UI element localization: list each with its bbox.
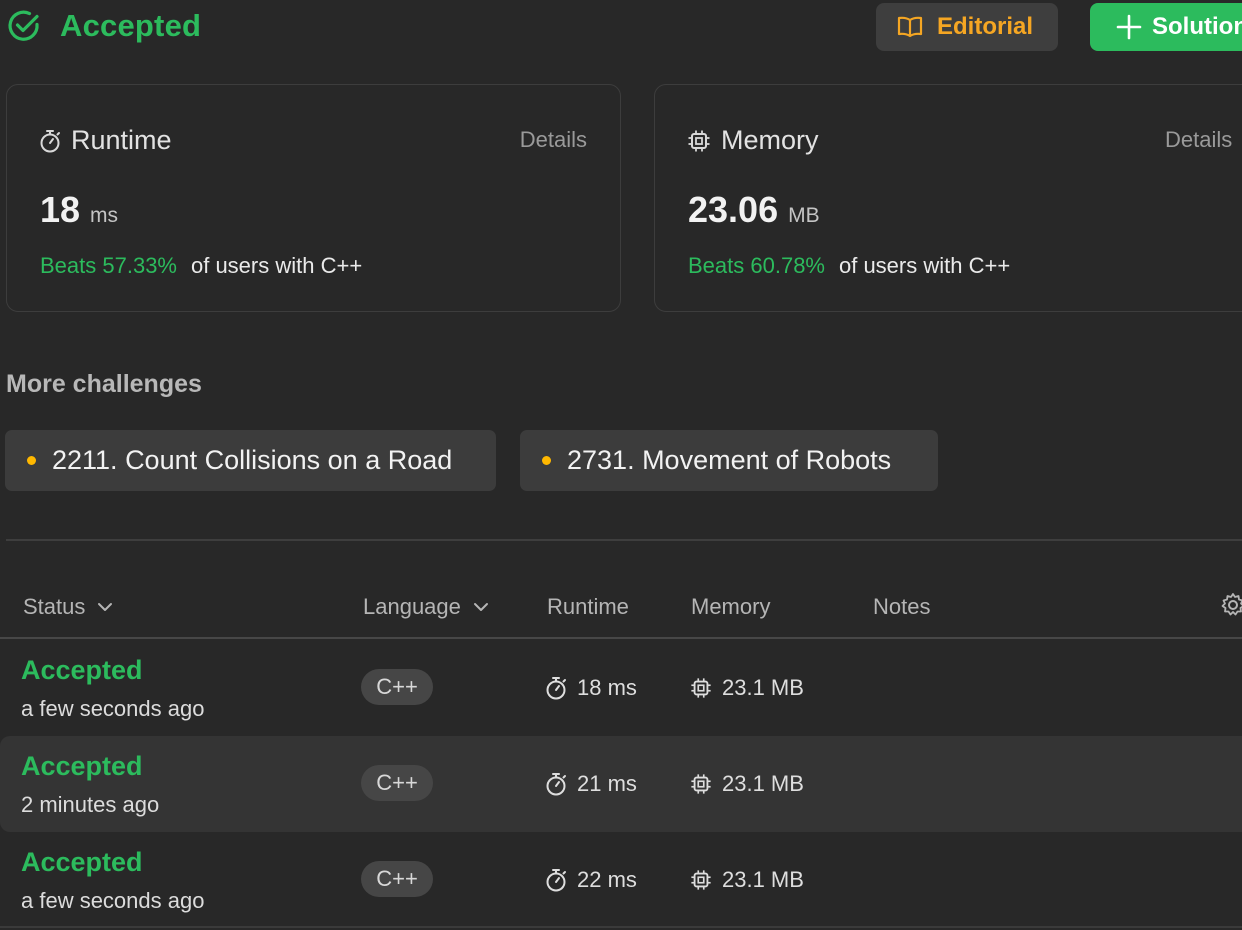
chevron-down-icon [473, 602, 489, 612]
runtime-unit: ms [90, 204, 119, 227]
status-filter-dropdown[interactable]: Status [23, 594, 113, 620]
runtime-beats: Beats 57.33% of users with C++ [40, 253, 362, 279]
runtime-value: 22 ms [577, 867, 637, 892]
submissions-table-header: Status Language Runtime Memory Notes [0, 586, 1242, 630]
submission-time: a few seconds ago [21, 696, 205, 721]
challenge-link[interactable]: 2211. Count Collisions on a Road [5, 430, 496, 491]
runtime-details-link[interactable]: Details [520, 127, 587, 153]
gear-icon [1220, 592, 1242, 618]
add-solution-button[interactable]: Solution [1090, 3, 1242, 51]
notes-header: Notes [873, 594, 930, 620]
language-badge: C++ [361, 861, 433, 897]
stopwatch-icon [545, 676, 567, 700]
memory-card-title: Memory [687, 125, 819, 156]
table-row[interactable]: Accepted a few seconds ago C++ 22 ms 23.… [0, 832, 1242, 928]
notes-header-label: Notes [873, 594, 931, 619]
section-divider [6, 539, 1242, 541]
memory-header: Memory [691, 594, 770, 620]
runtime-value: 18 ms [577, 675, 637, 700]
memory-value: 23.1 MB [722, 771, 804, 796]
status-header-label: Status [23, 594, 86, 619]
language-badge: C++ [361, 669, 433, 705]
check-circle-icon [6, 8, 42, 44]
stopwatch-icon [545, 868, 567, 892]
memory-card: Memory Details 23.06 MB Beats 60.78% of … [654, 84, 1242, 312]
table-bottom-divider [0, 926, 1242, 928]
solution-label: Solution [1152, 13, 1242, 40]
table-row[interactable]: Accepted 2 minutes ago C++ 21 ms 23.1 MB [0, 736, 1242, 832]
memory-title: Memory [721, 125, 819, 155]
runtime-beats-text: of users with C++ [190, 253, 363, 278]
stopwatch-icon [545, 772, 567, 796]
runtime-title: Runtime [71, 125, 172, 155]
runtime-number: 18 [40, 189, 81, 230]
memory-value: 23.1 MB [722, 867, 804, 892]
difficulty-dot [542, 456, 551, 465]
submission-memory: 23.1 MB [690, 675, 804, 701]
editorial-button[interactable]: Editorial [876, 3, 1058, 51]
memory-value: 23.06 MB [688, 189, 820, 231]
language-filter-dropdown[interactable]: Language [363, 594, 489, 620]
submission-status[interactable]: Accepted [21, 847, 143, 878]
challenge-link[interactable]: 2731. Movement of Robots [520, 430, 938, 491]
language-badge: C++ [361, 765, 433, 801]
submission-result-page: Accepted Editorial Solution Runtime Deta… [0, 0, 1242, 930]
submission-memory: 23.1 MB [690, 867, 804, 893]
book-open-icon [897, 16, 923, 38]
memory-header-label: Memory [691, 594, 771, 619]
submission-status-header: Accepted [6, 8, 201, 44]
memory-beats-text: of users with C++ [838, 253, 1011, 278]
table-row[interactable]: Accepted a few seconds ago C++ 18 ms 23.… [0, 640, 1242, 736]
runtime-card-title: Runtime [39, 125, 172, 156]
submission-time: 2 minutes ago [21, 792, 160, 817]
difficulty-dot [27, 456, 36, 465]
submission-memory: 23.1 MB [690, 771, 804, 797]
challenge-label: 2211. Count Collisions on a Road [52, 445, 453, 475]
submission-status[interactable]: Accepted [21, 751, 143, 782]
editorial-label: Editorial [936, 13, 1033, 40]
memory-number: 23.06 [688, 189, 779, 230]
runtime-card: Runtime Details 18 ms Beats 57.33% of us… [6, 84, 621, 312]
challenge-label: 2731. Movement of Robots [567, 445, 892, 475]
memory-beats: Beats 60.78% of users with C++ [688, 253, 1010, 279]
cpu-chip-icon [690, 773, 712, 795]
table-header-divider [0, 637, 1242, 639]
memory-details-link[interactable]: Details [1165, 127, 1232, 153]
stopwatch-icon [39, 129, 61, 153]
runtime-header-label: Runtime [547, 594, 629, 619]
submission-runtime: 18 ms [545, 675, 637, 701]
runtime-value: 18 ms [40, 189, 118, 231]
runtime-header: Runtime [547, 594, 629, 620]
submission-time: a few seconds ago [21, 888, 205, 913]
memory-beats-percent: Beats 60.78% [688, 253, 825, 278]
plus-icon [1116, 14, 1142, 40]
cpu-chip-icon [690, 677, 712, 699]
runtime-value: 21 ms [577, 771, 637, 796]
language-header-label: Language [363, 594, 461, 619]
table-settings-button[interactable] [1220, 592, 1242, 618]
submission-runtime: 22 ms [545, 867, 637, 893]
submission-status[interactable]: Accepted [21, 655, 143, 686]
cpu-chip-icon [690, 869, 712, 891]
cpu-chip-icon [687, 129, 711, 153]
chevron-down-icon [97, 602, 113, 612]
submission-runtime: 21 ms [545, 771, 637, 797]
memory-value: 23.1 MB [722, 675, 804, 700]
status-title: Accepted [60, 8, 202, 43]
runtime-beats-percent: Beats 57.33% [40, 253, 177, 278]
memory-unit: MB [788, 204, 820, 227]
more-challenges-title: More challenges [6, 370, 202, 398]
